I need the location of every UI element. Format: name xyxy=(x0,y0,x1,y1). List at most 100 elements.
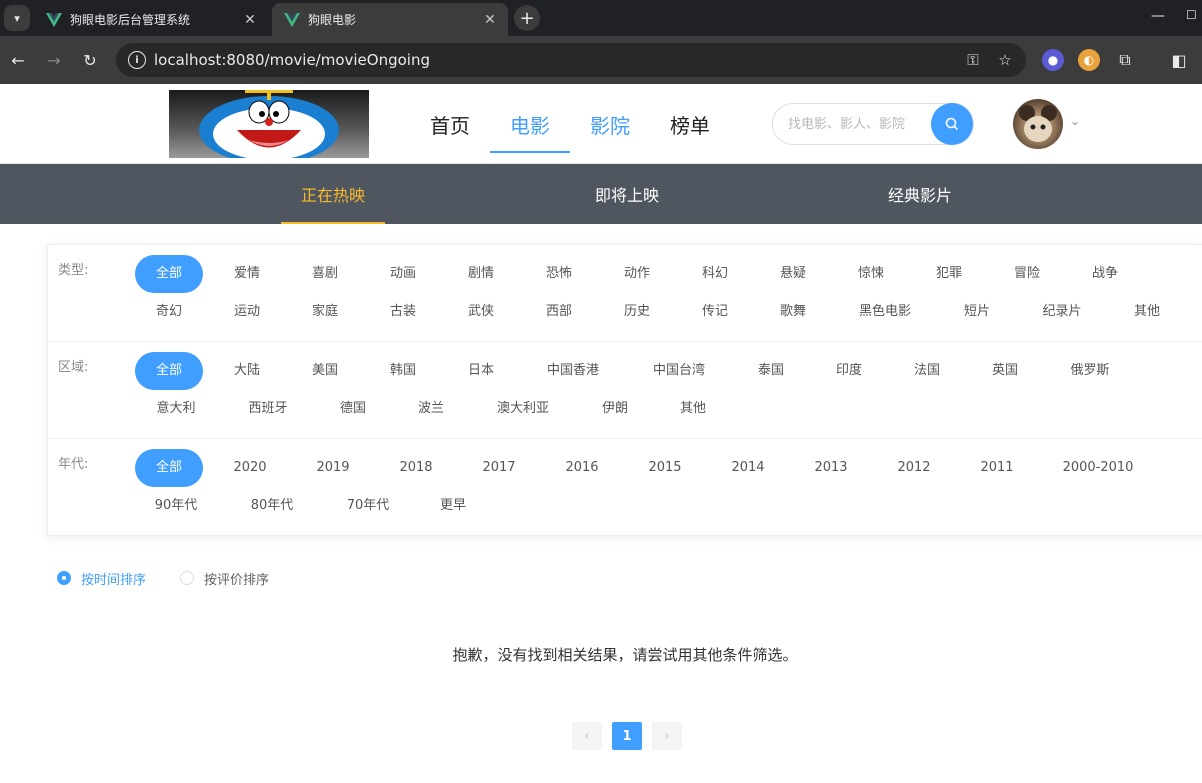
tab-search-icon[interactable]: ▾ xyxy=(4,5,30,31)
site-info-icon[interactable]: i xyxy=(128,51,146,69)
search-button[interactable] xyxy=(931,103,973,145)
side-panel-icon[interactable]: ◧ xyxy=(1168,49,1190,71)
bookmark-star-icon[interactable]: ☆ xyxy=(994,49,1016,71)
filter-row-year: 年代: 全部 2020 2019 2018 2017 2016 2015 2014 2013 20… xyxy=(48,439,1202,536)
filter-tag-region[interactable]: 伊朗 xyxy=(581,390,649,428)
page-number-1[interactable]: 1 xyxy=(612,722,642,750)
filter-tag-region[interactable]: 其他 xyxy=(659,390,727,428)
filter-tag-year[interactable]: 2019 xyxy=(296,449,370,487)
search-input[interactable] xyxy=(788,116,933,132)
filter-tag-year[interactable]: 90年代 xyxy=(135,487,217,525)
filter-tag-region[interactable]: 中国香港 xyxy=(525,352,621,390)
filter-tag-region[interactable]: 法国 xyxy=(893,352,961,390)
filter-tag-type[interactable]: 武侠 xyxy=(447,293,515,331)
filter-tag-region[interactable]: 波兰 xyxy=(397,390,465,428)
tab-classic-films[interactable]: 经典影片 xyxy=(868,164,972,224)
filter-tag-type[interactable]: 传记 xyxy=(681,293,749,331)
minimize-icon[interactable]: — xyxy=(1148,8,1168,28)
filter-tag-type[interactable]: 惊悚 xyxy=(837,255,905,293)
filter-tag-type[interactable]: 短片 xyxy=(943,293,1011,331)
filter-tag-year[interactable]: 80年代 xyxy=(227,487,317,525)
filter-tag-region[interactable]: 泰国 xyxy=(737,352,805,390)
filter-tag-type[interactable]: 古装 xyxy=(369,293,437,331)
filter-tag-year[interactable]: 70年代 xyxy=(327,487,409,525)
nav-movies[interactable]: 电影 xyxy=(490,84,570,164)
nav-home[interactable]: 首页 xyxy=(410,84,490,164)
filter-tag-region[interactable]: 中国台湾 xyxy=(631,352,727,390)
filter-tag-year[interactable]: 2013 xyxy=(794,449,868,487)
nav-cinemas[interactable]: 影院 xyxy=(570,84,650,164)
close-icon[interactable]: ✕ xyxy=(480,10,500,30)
filter-tag-year[interactable]: 2017 xyxy=(462,449,536,487)
filter-tag-year[interactable]: 2018 xyxy=(379,449,453,487)
filter-tag-year[interactable]: 全部 xyxy=(135,449,203,487)
filter-tag-region[interactable]: 西班牙 xyxy=(227,390,309,428)
password-key-icon[interactable]: ⚿ xyxy=(962,49,984,71)
filter-tag-type[interactable]: 其他 xyxy=(1113,293,1181,331)
filter-tag-type[interactable]: 动画 xyxy=(369,255,437,293)
tab-coming-soon[interactable]: 即将上映 xyxy=(575,164,679,224)
filter-tag-type[interactable]: 西部 xyxy=(525,293,593,331)
doraemon-logo[interactable] xyxy=(169,90,369,158)
filter-tag-region[interactable]: 意大利 xyxy=(135,390,217,428)
extensions-icon[interactable]: ⧉ xyxy=(1114,49,1136,71)
filter-tag-region[interactable]: 大陆 xyxy=(213,352,281,390)
browser-tab-movie[interactable]: 狗眼电影 ✕ xyxy=(272,3,508,36)
filter-tag-type[interactable]: 悬疑 xyxy=(759,255,827,293)
reload-icon[interactable]: ↻ xyxy=(78,48,102,72)
sort-by-rating-radio[interactable]: 按评价排序 xyxy=(180,569,269,588)
filter-tag-year[interactable]: 2015 xyxy=(628,449,702,487)
filter-tag-type[interactable]: 歌舞 xyxy=(759,293,827,331)
filter-tag-type[interactable]: 剧情 xyxy=(447,255,515,293)
new-tab-icon[interactable]: + xyxy=(514,5,540,31)
filter-tag-region[interactable]: 美国 xyxy=(291,352,359,390)
forward-icon[interactable]: → xyxy=(42,48,66,72)
address-bar[interactable]: i localhost:8080/movie/movieOngoing ⚿ ☆ xyxy=(116,43,1026,77)
filter-tag-type[interactable]: 黑色电影 xyxy=(837,293,933,331)
filter-tag-region[interactable]: 印度 xyxy=(815,352,883,390)
tab-now-showing[interactable]: 正在热映 xyxy=(281,164,385,224)
sort-by-time-radio[interactable]: 按时间排序 xyxy=(57,569,147,588)
filter-tag-type[interactable]: 奇幻 xyxy=(135,293,203,331)
filter-tag-region[interactable]: 俄罗斯 xyxy=(1049,352,1131,390)
back-icon[interactable]: ← xyxy=(6,48,30,72)
sort-label: 按时间排序 xyxy=(81,572,147,588)
filter-tag-type[interactable]: 犯罪 xyxy=(915,255,983,293)
url-text[interactable]: localhost:8080/movie/movieOngoing xyxy=(154,51,962,69)
filter-tag-type[interactable]: 历史 xyxy=(603,293,671,331)
filter-tag-region[interactable]: 日本 xyxy=(447,352,515,390)
filter-tag-type[interactable]: 纪录片 xyxy=(1021,293,1103,331)
avatar[interactable] xyxy=(1013,99,1063,149)
extension-ghost-icon[interactable]: ● xyxy=(1042,49,1064,71)
filter-tag-year[interactable]: 2012 xyxy=(877,449,951,487)
filter-tag-region[interactable]: 韩国 xyxy=(369,352,437,390)
filter-tag-year[interactable]: 2020 xyxy=(213,449,287,487)
filter-tag-year[interactable]: 2016 xyxy=(545,449,619,487)
close-icon[interactable]: ✕ xyxy=(240,10,260,30)
filter-tag-year[interactable]: 2000-2010 xyxy=(1043,449,1153,487)
filter-tag-type[interactable]: 科幻 xyxy=(681,255,749,293)
filter-tag-type[interactable]: 运动 xyxy=(213,293,281,331)
filter-tag-year[interactable]: 2014 xyxy=(711,449,785,487)
filter-tag-year[interactable]: 2011 xyxy=(960,449,1034,487)
filter-tag-type[interactable]: 战争 xyxy=(1071,255,1139,293)
filter-tag-type[interactable]: 喜剧 xyxy=(291,255,359,293)
filter-tag-type[interactable]: 爱情 xyxy=(213,255,281,293)
filter-tag-type[interactable]: 动作 xyxy=(603,255,671,293)
next-page-button[interactable]: › xyxy=(652,722,682,750)
prev-page-button[interactable]: ‹ xyxy=(572,722,602,750)
chevron-down-icon[interactable]: ⌄ xyxy=(1070,114,1084,128)
browser-tab-admin[interactable]: 狗眼电影后台管理系统 ✕ xyxy=(34,3,268,36)
extension-color-icon[interactable]: ◐ xyxy=(1078,49,1100,71)
filter-tag-region[interactable]: 全部 xyxy=(135,352,203,390)
nav-rankings[interactable]: 榜单 xyxy=(650,84,730,164)
filter-tag-type[interactable]: 恐怖 xyxy=(525,255,593,293)
filter-tag-type[interactable]: 全部 xyxy=(135,255,203,293)
filter-tag-region[interactable]: 澳大利亚 xyxy=(475,390,571,428)
filter-tag-type[interactable]: 冒险 xyxy=(993,255,1061,293)
filter-tag-year[interactable]: 更早 xyxy=(419,487,487,525)
filter-tag-region[interactable]: 英国 xyxy=(971,352,1039,390)
filter-tag-region[interactable]: 德国 xyxy=(319,390,387,428)
maximize-icon[interactable]: ☐ xyxy=(1186,8,1202,28)
filter-tag-type[interactable]: 家庭 xyxy=(291,293,359,331)
